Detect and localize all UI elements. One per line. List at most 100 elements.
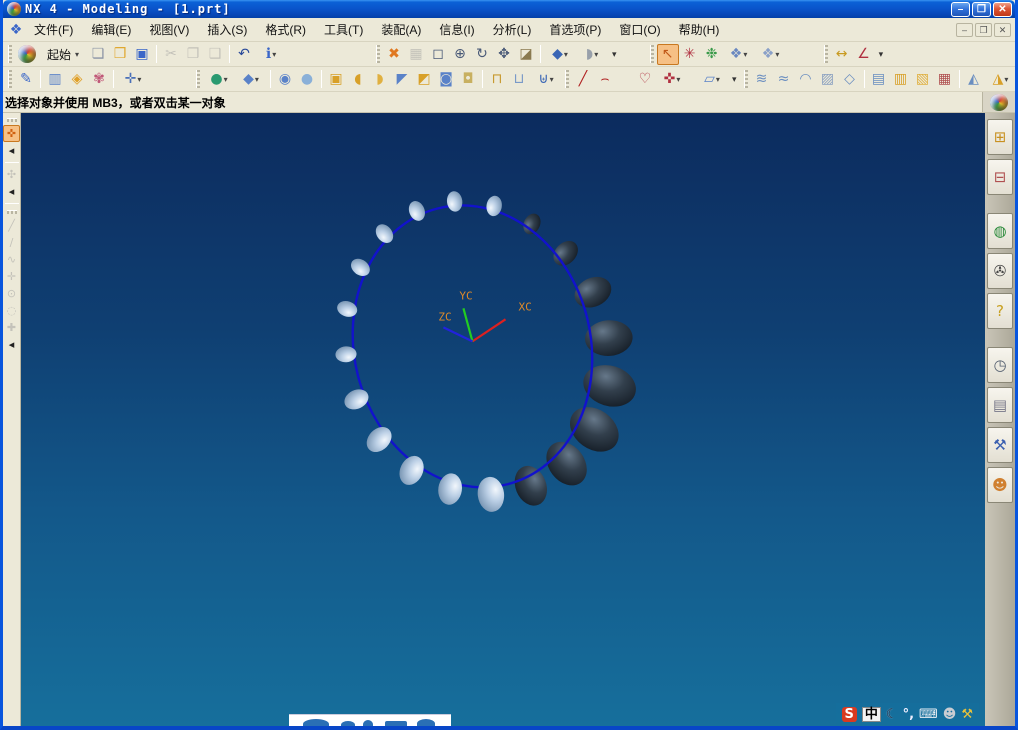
studio-spline-button[interactable]: ♡ [634, 69, 656, 90]
ime-tools-icon[interactable]: ⚒ [961, 708, 973, 721]
split-body-button[interactable]: ⊔ [508, 69, 530, 90]
fit-view-button[interactable]: ✖ [383, 44, 405, 65]
toolbar-grip[interactable] [196, 70, 200, 88]
revolve-button[interactable]: ◆ ▾ [235, 69, 267, 90]
through-mesh-button[interactable]: ▨ [817, 69, 839, 90]
menu-view[interactable]: 视图(V) [140, 18, 198, 41]
cylinder-primitive-button[interactable]: ◈ [66, 69, 88, 90]
info-window-button[interactable]: ℹ ▾ [255, 44, 287, 65]
through-curve-mesh-button[interactable]: ▥ [890, 69, 912, 90]
rotate-view-button[interactable]: ↻ [471, 44, 493, 65]
menu-format[interactable]: 格式(R) [256, 18, 315, 41]
zoom-region-button[interactable]: ◻ [427, 44, 449, 65]
measure-distance-button[interactable]: ↔ [831, 44, 853, 65]
curve-toolbar-overflow[interactable]: ▾ [728, 74, 741, 85]
ruled-surface-button[interactable]: ≈ [773, 69, 795, 90]
language-bar[interactable]: S 中 ☾ °, ⌨ ☻ ⚒ [835, 703, 979, 725]
through-curves-button[interactable]: ▤ [868, 69, 890, 90]
measure-angle-button[interactable]: ∠ [853, 44, 875, 65]
toolbar-grip[interactable] [6, 118, 17, 122]
copy-button[interactable]: ❐ [182, 44, 204, 65]
snap-expand2-button[interactable]: ◂ [3, 183, 20, 200]
section-surface-button[interactable]: ◠ [795, 69, 817, 90]
start-menu-button[interactable]: 起始 ▾ [39, 43, 87, 66]
pan-view-button[interactable]: ✥ [493, 44, 515, 65]
assembly-navigator-tab[interactable]: ⊞ [987, 119, 1013, 155]
datum-csys-button[interactable]: ✛ ▾ [117, 69, 149, 90]
menu-help[interactable]: 帮助(H) [670, 18, 729, 41]
graphics-window[interactable]: XC YC ZC S 中 ☾ °, ⌨ ☻ ⚒ [21, 113, 985, 726]
edge-blend-button[interactable]: ◖ [347, 69, 369, 90]
browser-tab[interactable]: ◍ [987, 213, 1013, 249]
close-button[interactable]: ✕ [993, 1, 1012, 17]
open-button[interactable]: ❒ [109, 44, 131, 65]
rendering-style-button[interactable]: ◗ ▾ [576, 44, 608, 65]
menu-insert[interactable]: 插入(S) [198, 18, 256, 41]
ball-feature-button[interactable]: ● [296, 69, 318, 90]
sketch-button[interactable]: ✎ [15, 69, 37, 90]
hole-button[interactable]: ◙ [435, 69, 457, 90]
arc-button[interactable]: ⌢ [594, 69, 616, 90]
toolbar-grip[interactable] [823, 45, 828, 63]
line-button[interactable]: ╱ [572, 69, 594, 90]
swept-surface-button[interactable]: ≋ [751, 69, 773, 90]
save-button[interactable]: ▣ [131, 44, 153, 65]
boolean-button[interactable]: ⊎ ▾ [530, 69, 562, 90]
center-point-snap-button[interactable]: ⊙ [3, 285, 20, 302]
mid-point-snap-button[interactable]: ∕ [3, 234, 20, 251]
child-minimize-button[interactable]: – [956, 22, 973, 37]
menu-preferences[interactable]: 首选项(P) [540, 18, 610, 41]
toolbar-grip[interactable] [8, 70, 12, 88]
curve-snap-button[interactable]: ∿ [3, 251, 20, 268]
offset-surface-button[interactable]: ◭ [963, 69, 985, 90]
restore-button[interactable]: ❐ [972, 1, 991, 17]
helix-curve-button[interactable]: ✾ [88, 69, 110, 90]
roles-tab[interactable]: ☻ [987, 467, 1013, 503]
sweep-along-guide-button[interactable]: ▧ [912, 69, 934, 90]
new-part-button[interactable]: ❏ [87, 44, 109, 65]
model-canvas[interactable]: XC YC ZC [21, 113, 985, 726]
nx-logo-button[interactable] [18, 45, 36, 63]
menu-window[interactable]: 窗口(O) [610, 18, 669, 41]
view-toolbar-overflow[interactable]: ▾ [608, 49, 621, 60]
end-point-snap-button[interactable]: ╱ [3, 217, 20, 234]
datum-plane-button[interactable]: ▱ ▾ [696, 69, 728, 90]
edit-object-display-button[interactable]: ✳ [679, 44, 701, 65]
perspective-button[interactable]: ◪ [515, 44, 537, 65]
ime-moon-icon[interactable]: ☾ [886, 708, 898, 721]
menu-information[interactable]: 信息(I) [430, 18, 483, 41]
analysis-toolbar-overflow[interactable]: ▾ [875, 49, 888, 60]
title-bar[interactable]: NX 4 - Modeling - [1.prt] – ❐ ✕ [3, 0, 1015, 18]
sogou-ime-icon[interactable]: S [841, 706, 857, 722]
menu-file[interactable]: 文件(F) [25, 18, 82, 41]
quadrant-snap-button[interactable]: ◌ [3, 302, 20, 319]
n-sided-surface-button[interactable]: ◇ [839, 69, 861, 90]
point-button[interactable]: ✜ ▾ [656, 69, 688, 90]
chamfer-button[interactable]: ◤ [391, 69, 413, 90]
styled-sweep-button[interactable]: ▦ [934, 69, 956, 90]
visualization-tab[interactable]: ✇ [987, 253, 1013, 289]
menu-analysis[interactable]: 分析(L) [484, 18, 541, 41]
thicken-button[interactable]: ◮ ▾ [985, 69, 1015, 90]
toolbar-grip[interactable] [649, 45, 654, 63]
shaded-display-button[interactable]: ◆ ▾ [544, 44, 576, 65]
ime-user-icon[interactable]: ☻ [943, 708, 957, 721]
toolbar-grip[interactable] [8, 45, 12, 63]
tools-tab[interactable]: ⚒ [987, 427, 1013, 463]
snap-point-filter-button[interactable]: ✜ [3, 125, 20, 142]
undo-button[interactable]: ↶ [233, 44, 255, 65]
toolbar-grip[interactable] [376, 45, 381, 63]
sphere-button[interactable]: ◉ [274, 69, 296, 90]
zoom-in-out-button[interactable]: ⊕ [449, 44, 471, 65]
snap-expand-button[interactable]: ◂ [3, 142, 20, 159]
toolbar-grip[interactable] [743, 70, 748, 88]
toolbar-grip[interactable] [565, 70, 569, 88]
trim-body-button[interactable]: ⊓ [486, 69, 508, 90]
object-display-palette-button[interactable]: ❉ [701, 44, 723, 65]
boss-button[interactable]: ▣ [325, 69, 347, 90]
snap-expand3-button[interactable]: ◂ [3, 336, 20, 353]
menu-tools[interactable]: 工具(T) [315, 18, 372, 41]
paste-button[interactable]: ❑ [204, 44, 226, 65]
emboss-button[interactable]: ◩ [413, 69, 435, 90]
soft-keyboard-icon[interactable]: ⌨ [919, 708, 938, 721]
